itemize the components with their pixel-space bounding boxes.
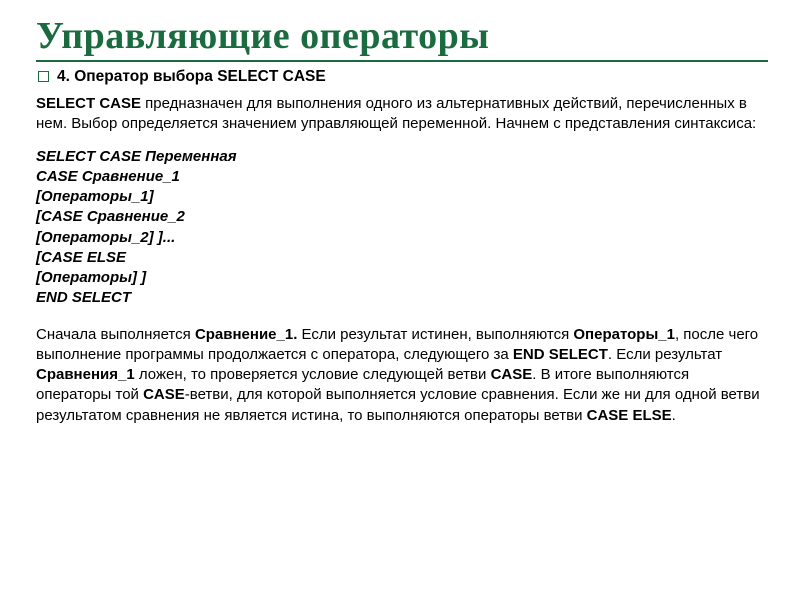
intro-paragraph: SELECT CASE предназначен для выполнения … (36, 94, 768, 135)
expl-text: CASE (143, 386, 185, 403)
syntax-line: [Операторы] ] (36, 268, 768, 288)
syntax-block: SELECT CASE Переменная CASE Сравнение_1 … (36, 147, 768, 309)
syntax-line: CASE Сравнение_1 (36, 167, 768, 187)
syntax-line: [Операторы_1] (36, 187, 768, 207)
expl-text: END SELECT (513, 346, 608, 363)
slide: Управляющие операторы 4. Оператор выбора… (0, 0, 800, 600)
syntax-line: [CASE ELSE (36, 248, 768, 268)
expl-text: Операторы_1 (573, 326, 675, 343)
page-title: Управляющие операторы (36, 14, 768, 62)
expl-text: CASE (491, 366, 533, 383)
expl-text: Сначала выполняется (36, 326, 195, 343)
syntax-line: [Операторы_2] ]... (36, 228, 768, 248)
subtitle-text: 4. Оператор выбора SELECT CASE (57, 68, 326, 85)
expl-text: Сравнения_1 (36, 366, 135, 383)
section-subtitle: 4. Оператор выбора SELECT CASE (38, 68, 768, 86)
expl-text: Сравнение_1. (195, 326, 297, 343)
intro-rest: предназначен для выполнения одного из ал… (36, 95, 756, 132)
expl-text: CASE ELSE (587, 407, 672, 424)
syntax-line: [CASE Сравнение_2 (36, 207, 768, 227)
syntax-line: SELECT CASE Переменная (36, 147, 768, 167)
intro-lead: SELECT CASE (36, 95, 141, 112)
syntax-line: END SELECT (36, 288, 768, 308)
expl-text: . Если результат (608, 346, 722, 363)
explanation-paragraph: Сначала выполняется Сравнение_1. Если ре… (36, 325, 768, 426)
expl-text: . (672, 407, 676, 424)
expl-text: ложен, то проверяется условие следующей … (135, 366, 491, 383)
expl-text: Если результат истинен, выполняются (297, 326, 573, 343)
bullet-icon (38, 71, 49, 82)
